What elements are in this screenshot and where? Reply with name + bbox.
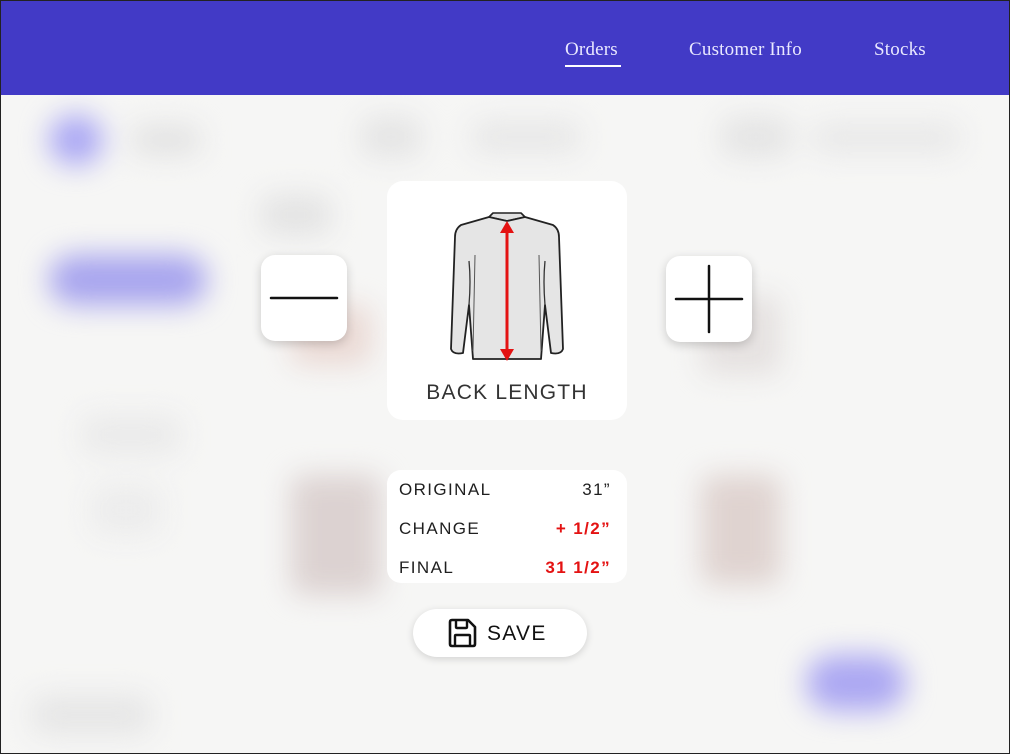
bg-text xyxy=(721,117,791,157)
top-nav-bar: Orders Customer Info Stocks xyxy=(1,1,1009,95)
save-button[interactable]: SAVE xyxy=(413,609,587,657)
original-value: 31” xyxy=(582,480,611,499)
measurement-title: BACK LENGTH xyxy=(426,381,588,404)
measurement-card: BACK LENGTH xyxy=(387,181,627,420)
increase-button[interactable] xyxy=(666,256,752,342)
bg-text xyxy=(811,123,961,153)
final-value: 31 1/2” xyxy=(545,558,611,577)
bg-button xyxy=(49,255,207,305)
nav-active-indicator xyxy=(565,65,621,67)
bg-text xyxy=(261,195,331,235)
final-label: FINAL xyxy=(399,558,455,577)
bg-text xyxy=(31,695,151,735)
original-label: ORIGINAL xyxy=(399,480,492,499)
floppy-disk-icon xyxy=(448,618,477,648)
plus-icon xyxy=(674,264,744,334)
bg-text xyxy=(91,485,161,535)
change-label: CHANGE xyxy=(399,519,481,538)
bg-text xyxy=(81,415,181,455)
bg-avatar xyxy=(49,115,103,165)
nav-orders[interactable]: Orders xyxy=(565,39,618,61)
nav-stocks[interactable]: Stocks xyxy=(874,39,926,61)
bg-image xyxy=(701,475,781,585)
minus-icon xyxy=(269,296,339,300)
jacket-back-icon xyxy=(450,212,564,361)
bg-fab xyxy=(806,655,906,711)
app-window: Orders Customer Info Stocks BACK LENGTH xyxy=(0,0,1010,754)
change-value: + 1/2” xyxy=(555,519,611,538)
bg-text xyxy=(471,121,581,153)
summary-row-final: FINAL 31 1/2” xyxy=(399,558,611,582)
bg-text xyxy=(131,125,201,155)
save-label: SAVE xyxy=(487,622,547,645)
nav-customer-info[interactable]: Customer Info xyxy=(689,39,802,61)
summary-row-change: CHANGE + 1/2” xyxy=(399,519,611,543)
decrease-button[interactable] xyxy=(261,255,347,341)
measurement-summary: ORIGINAL 31” CHANGE + 1/2” FINAL 31 1/2” xyxy=(387,470,627,583)
bg-image xyxy=(291,475,381,595)
summary-row-original: ORIGINAL 31” xyxy=(399,480,611,504)
bg-text xyxy=(361,117,421,157)
